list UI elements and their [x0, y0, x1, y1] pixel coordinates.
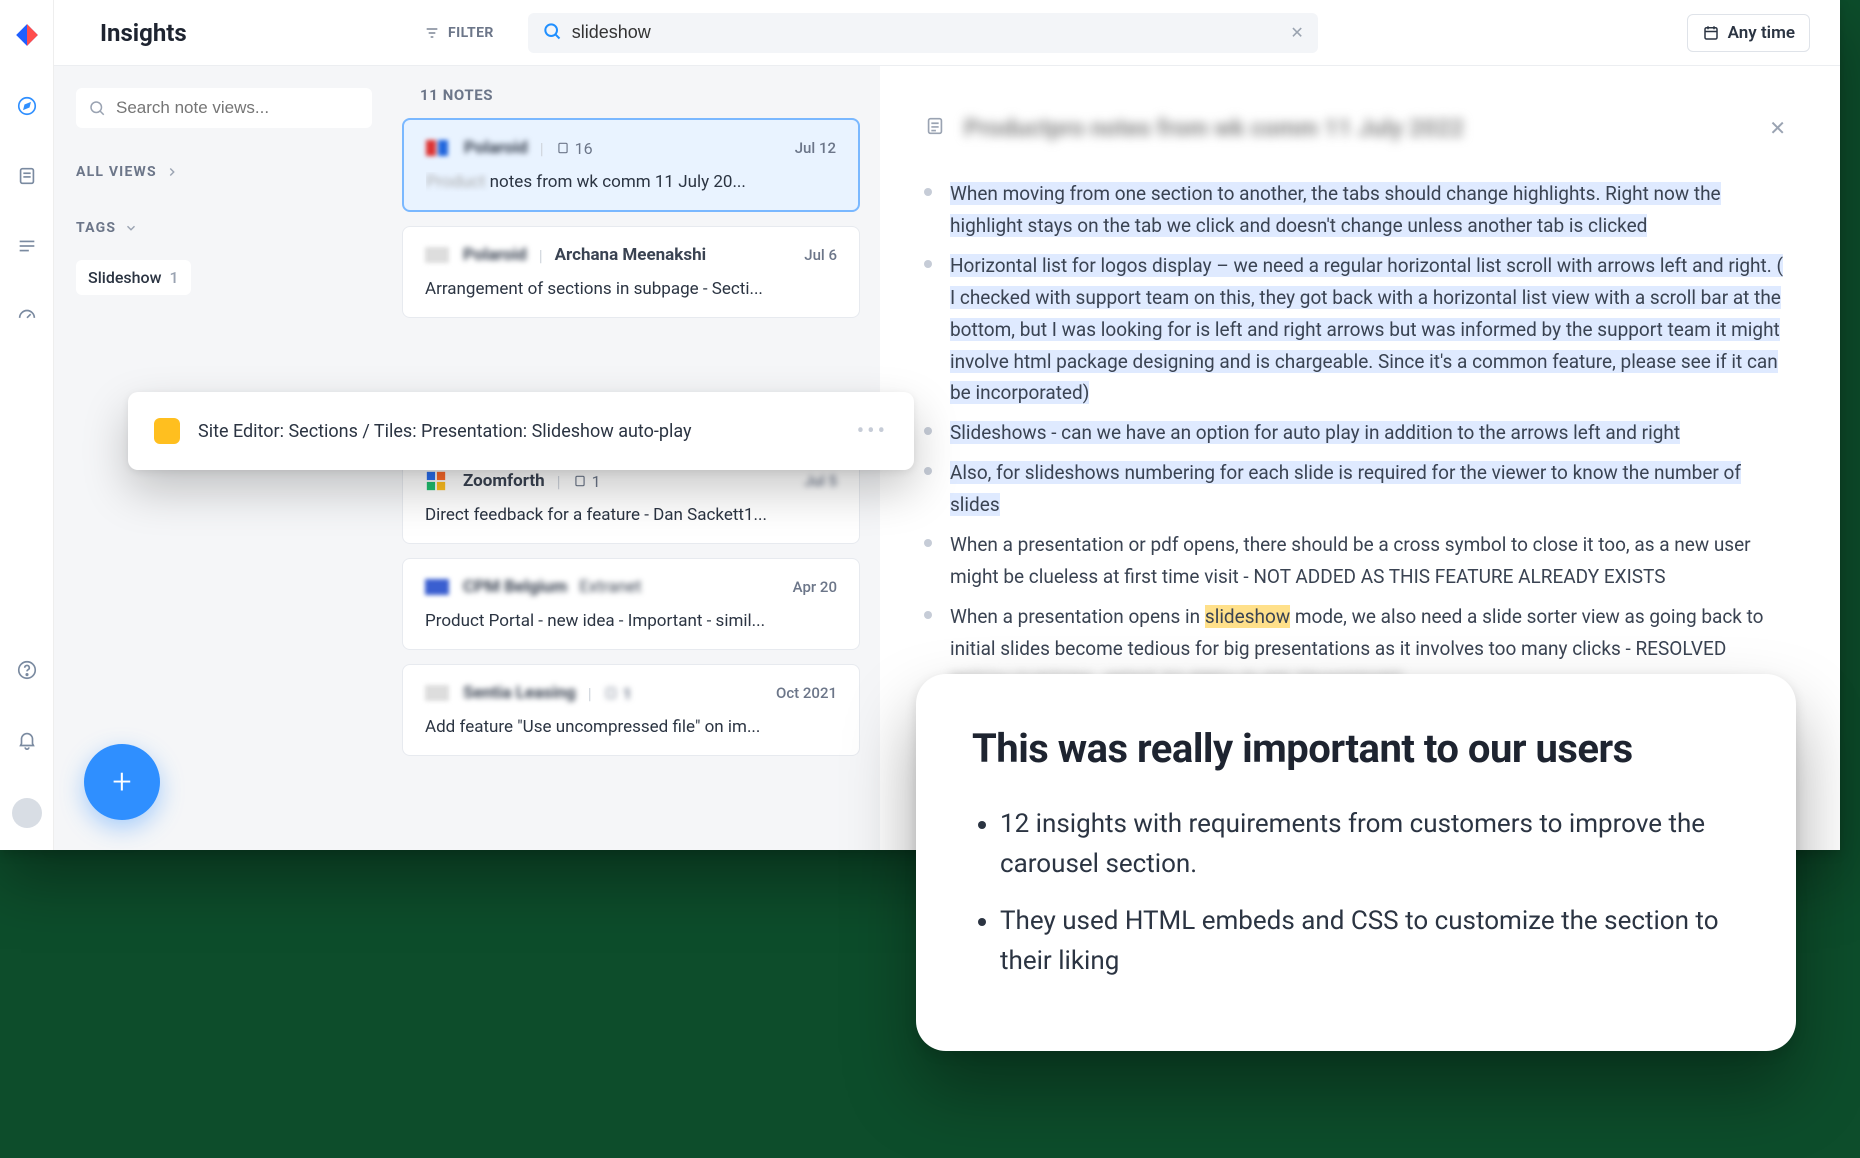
- chevron-right-icon: [165, 165, 179, 179]
- note-author: Archana Meenakshi: [555, 245, 707, 265]
- overlay-heading: This was really important to our users: [972, 724, 1740, 774]
- page-title: Insights: [100, 19, 390, 47]
- note-author: Polaroid: [464, 138, 528, 158]
- note-card[interactable]: Sentia Leasing | 1 Oct 2021 Add feature …: [402, 664, 860, 756]
- source-icon: [426, 138, 452, 158]
- search-icon: [88, 99, 106, 117]
- file-icon: [604, 686, 618, 700]
- note-date: Jul 12: [795, 139, 836, 157]
- document-icon[interactable]: [15, 164, 39, 188]
- file-icon: [573, 474, 587, 488]
- note-title: Add feature "Use uncompressed file" on i…: [425, 717, 837, 737]
- help-icon[interactable]: [15, 658, 39, 682]
- search-input[interactable]: [572, 22, 1291, 43]
- date-range-label: Any time: [1728, 23, 1795, 43]
- overlay-bullet: 12 insights with requirements from custo…: [1000, 804, 1740, 885]
- calendar-icon: [1702, 24, 1720, 42]
- tag-name: Slideshow: [88, 268, 162, 287]
- add-button[interactable]: +: [84, 744, 160, 820]
- source-icon: [425, 471, 451, 491]
- note-source-blurred: Polaroid: [463, 245, 527, 265]
- insight-popover[interactable]: Site Editor: Sections / Tiles: Presentat…: [128, 392, 914, 470]
- more-icon[interactable]: •••: [857, 419, 888, 444]
- filter-label: FILTER: [448, 25, 494, 41]
- notes-count-label: 11 NOTES: [420, 86, 860, 104]
- clear-search-icon[interactable]: ✕: [1290, 23, 1303, 42]
- avatar[interactable]: [12, 798, 42, 828]
- note-detail-title: Productpro notes from wk comm 11 July 20…: [964, 114, 1464, 142]
- note-file-count: 1: [604, 684, 632, 703]
- search-note-views[interactable]: [76, 88, 372, 128]
- note-card[interactable]: CPM Belgium Extranet Apr 20 Product Port…: [402, 558, 860, 650]
- note-card[interactable]: Polaroid | Archana Meenakshi Jul 6 Arran…: [402, 226, 860, 318]
- search-icon: [542, 21, 562, 45]
- note-title: Product Portal - new idea - Important - …: [425, 611, 837, 631]
- list-icon[interactable]: [15, 234, 39, 258]
- date-range-button[interactable]: Any time: [1687, 14, 1810, 52]
- close-icon[interactable]: ✕: [1769, 116, 1786, 140]
- dashboard-icon[interactable]: [15, 304, 39, 328]
- note-author: Sentia Leasing: [463, 683, 576, 703]
- all-views-link[interactable]: ALL VIEWS: [76, 164, 372, 180]
- tag-count: 1: [170, 268, 179, 287]
- note-author: CPM Belgium: [463, 577, 567, 597]
- note-date: Apr 20: [793, 578, 837, 596]
- filter-icon: [424, 25, 440, 41]
- note-date: Jul 6: [804, 246, 837, 264]
- app-logo-icon[interactable]: [14, 22, 40, 48]
- search-field[interactable]: ✕: [528, 13, 1318, 53]
- tags-toggle[interactable]: TAGS: [76, 220, 372, 236]
- tag-chip-slideshow[interactable]: Slideshow 1: [76, 260, 191, 295]
- note-file-count: 1: [573, 472, 601, 491]
- compass-icon[interactable]: [15, 94, 39, 118]
- insight-popover-text: Site Editor: Sections / Tiles: Presentat…: [198, 421, 692, 442]
- color-swatch-icon: [154, 418, 180, 444]
- chevron-down-icon: [124, 221, 138, 235]
- nav-rail: [0, 0, 54, 850]
- overlay-summary-card: This was really important to our users 1…: [916, 674, 1796, 1051]
- note-file-count: 16: [556, 139, 593, 158]
- note-title: Direct feedback for a feature - Dan Sack…: [425, 505, 837, 525]
- file-icon: [556, 141, 570, 155]
- source-icon: [425, 577, 451, 597]
- filter-button[interactable]: FILTER: [414, 19, 504, 47]
- note-card[interactable]: Polaroid | 16 Jul 12 Product notes from …: [402, 118, 860, 212]
- overlay-bullet: They used HTML embeds and CSS to customi…: [1000, 901, 1740, 982]
- source-icon: [425, 245, 451, 265]
- note-icon: [924, 115, 946, 141]
- note-title: Arrangement of sections in subpage - Sec…: [425, 279, 837, 299]
- note-date: Oct 2021: [776, 684, 837, 702]
- topbar: Insights FILTER ✕ Any time: [54, 0, 1840, 66]
- search-note-views-input[interactable]: [116, 98, 360, 118]
- bell-icon[interactable]: [15, 728, 39, 752]
- note-date: Jul 5: [804, 472, 837, 490]
- note-title: Product notes from wk comm 11 July 20...: [426, 172, 836, 192]
- note-author: Zoomforth: [463, 471, 545, 491]
- note-extra: Extranet: [579, 577, 641, 597]
- source-icon: [425, 683, 451, 703]
- note-detail-bullets: When moving from one section to another,…: [924, 178, 1786, 697]
